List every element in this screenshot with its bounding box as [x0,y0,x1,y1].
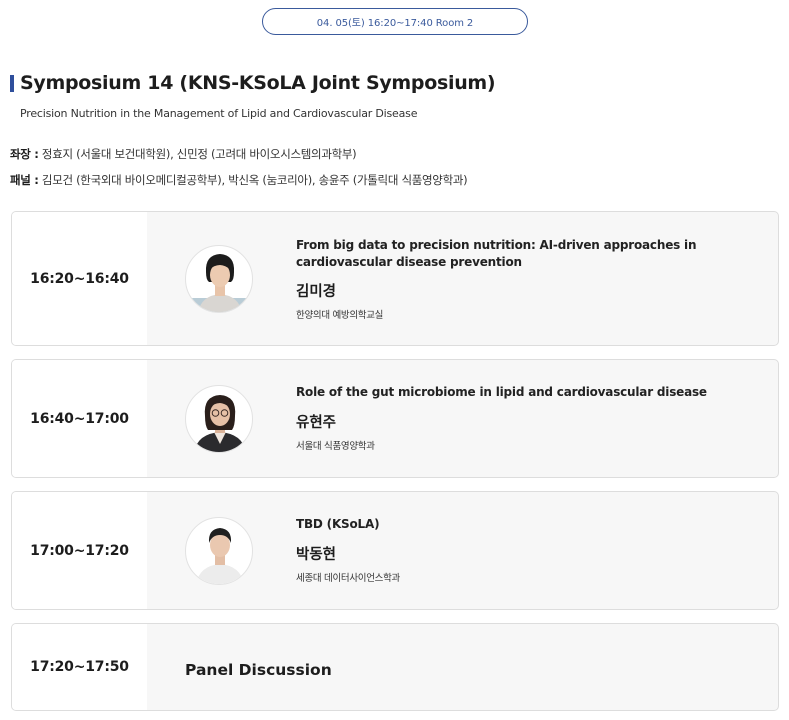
speaker-affiliation: 한양의대 예방의학교실 [296,310,384,321]
session-time: 16:40~17:00 [12,360,147,477]
speaker-photo [185,245,253,313]
chairs-names: 정효지 (서울대 보건대학원), 신민정 (고려대 바이오시스템의과학부) [41,147,357,161]
speaker-affiliation: 세종대 데이터사이언스학과 [296,573,401,584]
speaker-name: 박동현 [296,547,337,563]
chairs-line: 좌장 : 정효지 (서울대 보건대학원), 신민정 (고려대 바이오시스템의과학… [10,146,357,162]
speaker-photo [185,385,253,453]
session-time: 17:00~17:20 [12,492,147,609]
speaker-affiliation: 서울대 식품영양학과 [296,441,375,452]
symposium-title: Symposium 14 (KNS-KSoLA Joint Symposium) [20,72,496,94]
symposium-subtitle: Precision Nutrition in the Management of… [20,107,418,120]
session-date-badge: 04. 05(토) 16:20~17:40 Room 2 [262,8,528,35]
panelists-label: 패널 : [10,173,39,187]
session-card: 17:00~17:20 TBD (KSoLA) 박동현 세종대 데이터사이언스학… [11,491,779,610]
speaker-name: 유현주 [296,415,337,431]
speaker-photo [185,517,253,585]
session-card: 17:20~17:50 Panel Discussion [11,623,779,711]
session-time: 16:20~16:40 [12,212,147,345]
panelists-names: 김모건 (한국외대 바이오메디컬공학부), 박신옥 (눔코리아), 송윤주 (가… [41,173,468,187]
talk-title: TBD (KSoLA) [296,517,380,531]
talk-title: From big data to precision nutrition: AI… [296,238,697,269]
session-card: 16:40~17:00 Role of the gut microbiome i… [11,359,779,478]
panel-discussion-title: Panel Discussion [185,661,332,679]
session-time: 17:20~17:50 [12,624,147,710]
speaker-name: 김미경 [296,284,337,300]
panelists-line: 패널 : 김모건 (한국외대 바이오메디컬공학부), 박신옥 (눔코리아), 송… [10,172,468,188]
chairs-label: 좌장 : [10,147,39,161]
session-card: 16:20~16:40 From big data to precision n… [11,211,779,346]
title-accent-bar [10,75,14,92]
talk-title: Role of the gut microbiome in lipid and … [296,385,707,399]
